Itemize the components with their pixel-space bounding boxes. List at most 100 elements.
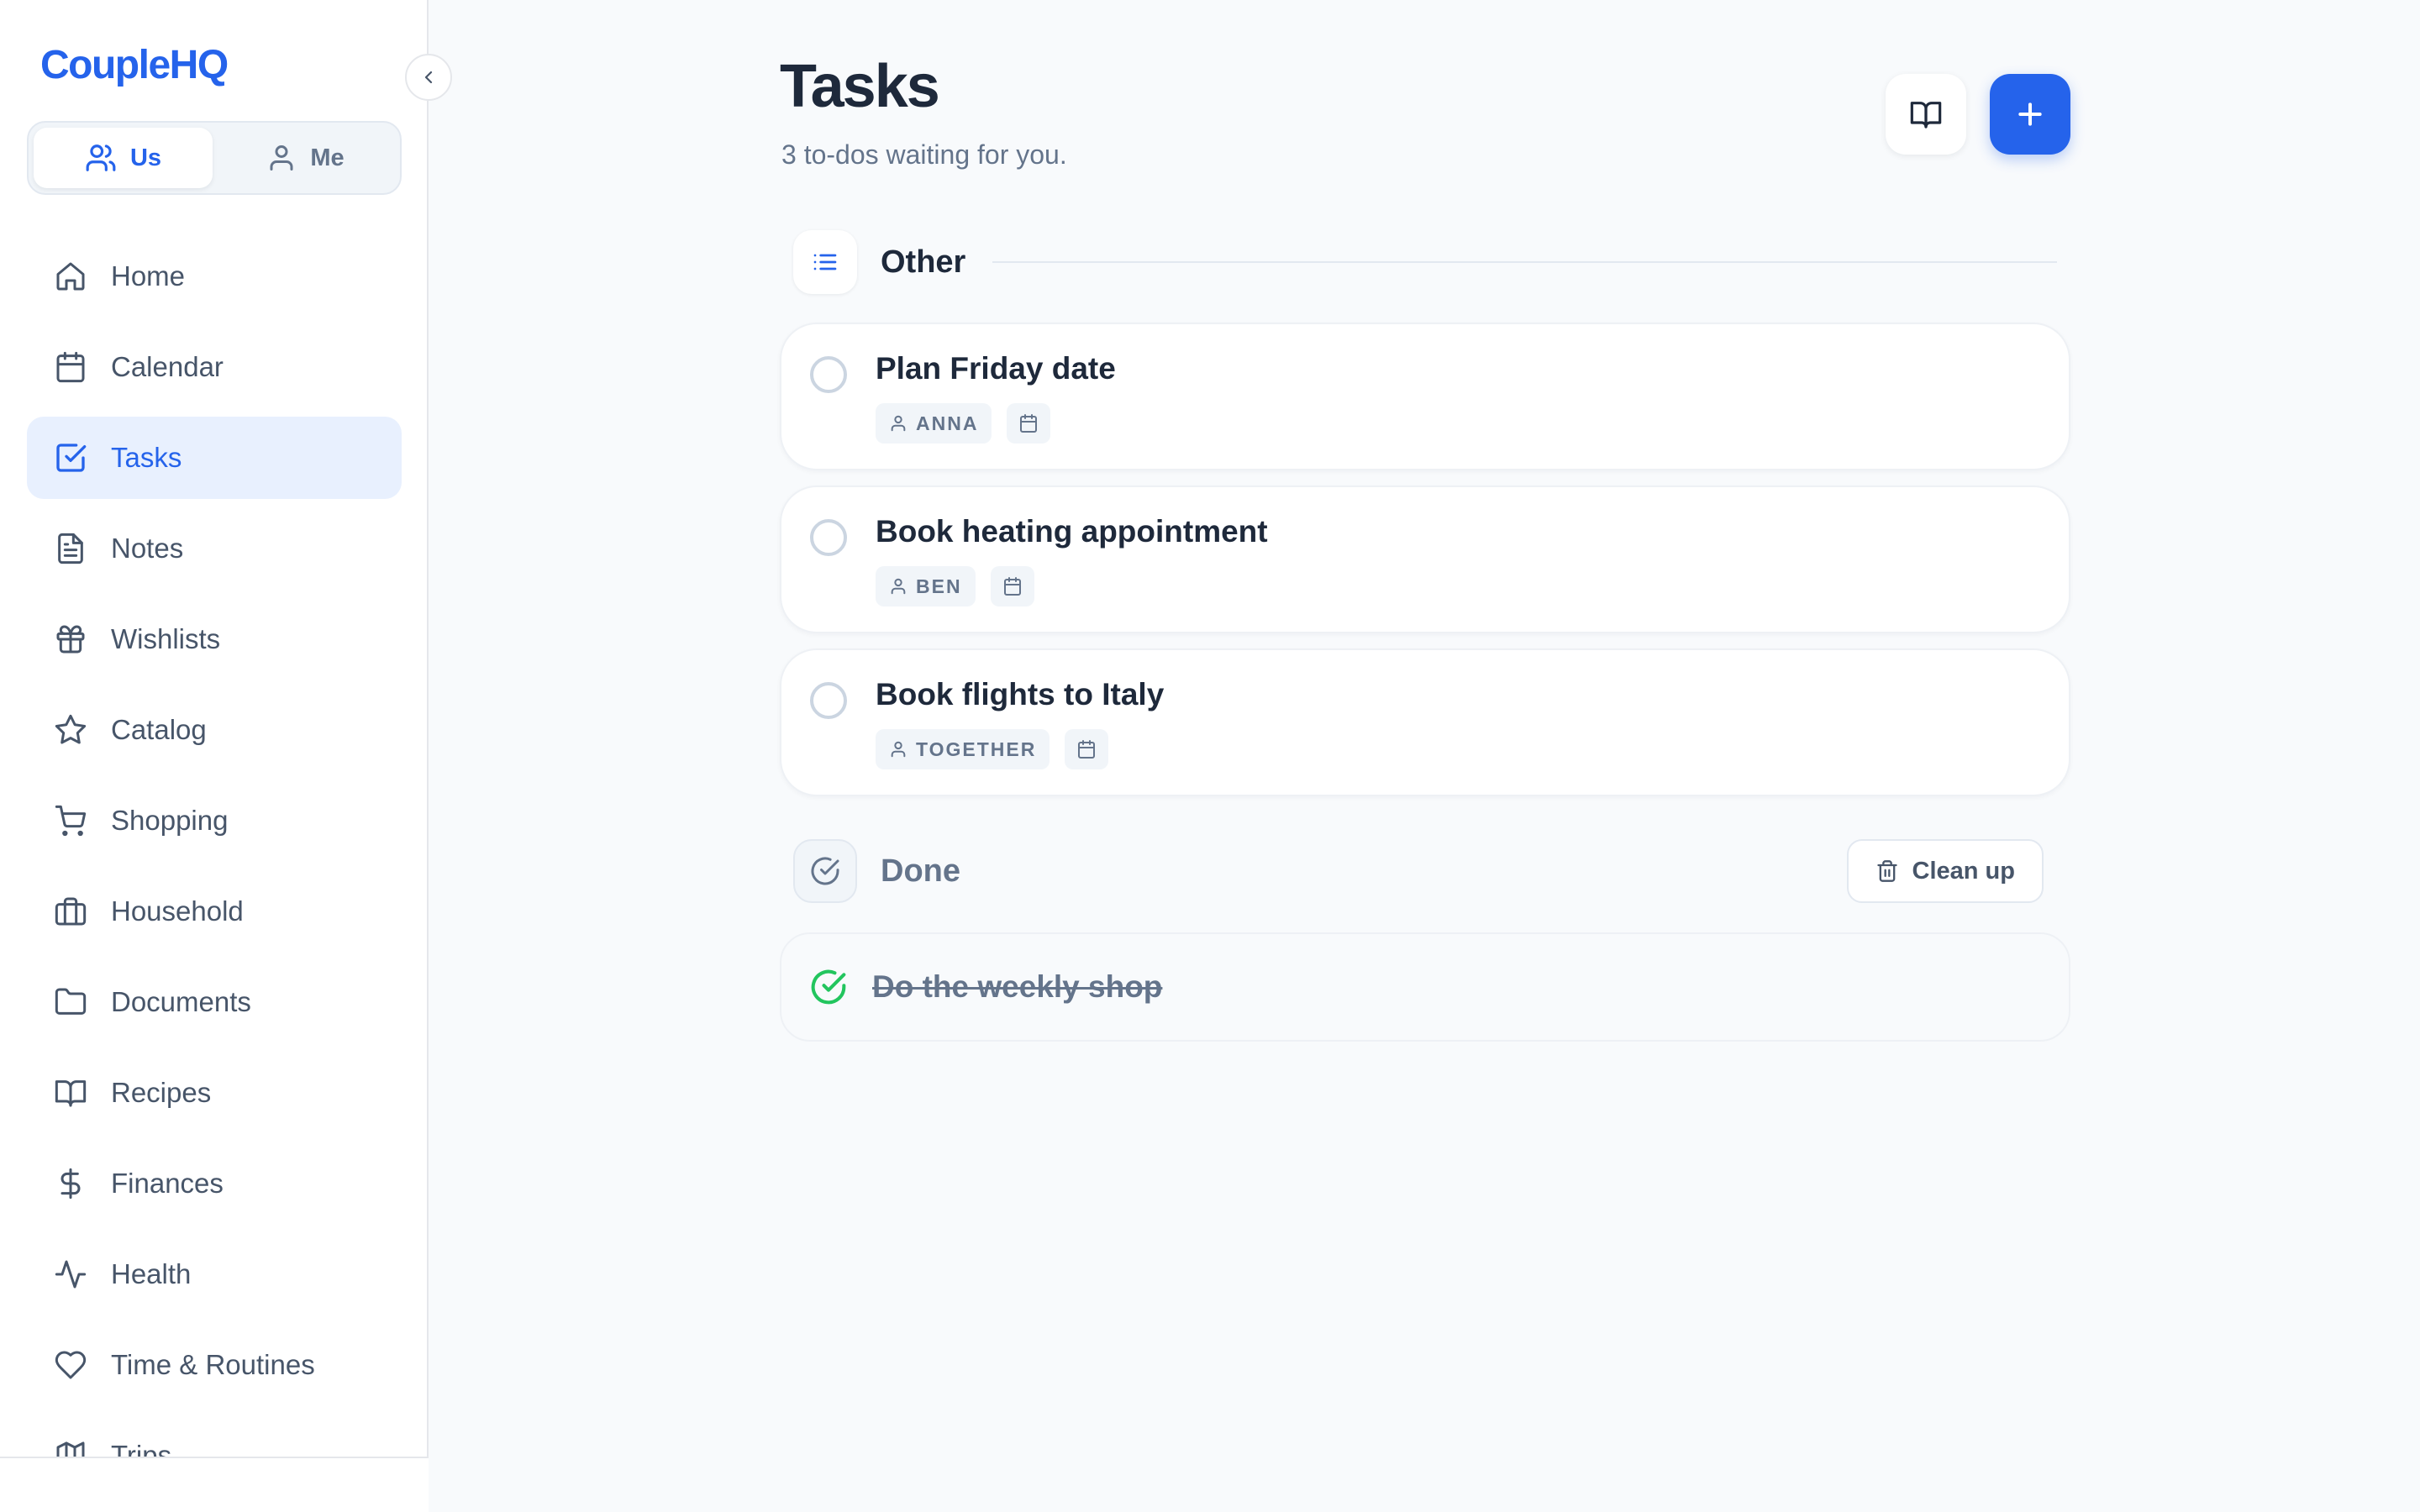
completed-task-title: Do the weekly shop [872, 969, 1163, 1004]
completed-check-icon[interactable] [810, 969, 847, 1005]
sidebar-item-home[interactable]: Home [27, 235, 402, 318]
sidebar-item-label: Shopping [111, 805, 229, 836]
sidebar-item-notes[interactable]: Notes [27, 507, 402, 590]
user-icon [266, 143, 297, 173]
due-date-button[interactable] [990, 566, 1034, 606]
task-meta: BEN [876, 566, 1034, 606]
sidebar-item-label: Tasks [111, 442, 182, 473]
task-card[interactable]: Plan Friday date ANNA [780, 323, 2070, 470]
scope-switch: Us Me [27, 121, 402, 195]
briefcase-icon [54, 895, 87, 928]
sidebar-item-label: Trips [111, 1440, 172, 1457]
calendar-icon [1076, 739, 1097, 759]
sidebar-nav: Home Calendar Tasks Notes Wishlists Cata… [27, 235, 402, 1457]
task-checkbox[interactable] [810, 682, 847, 719]
section-title: Other [881, 244, 966, 280]
sidebar-item-time-routines[interactable]: Time & Routines [27, 1324, 402, 1406]
completed-task-card[interactable]: Do the weekly shop [780, 932, 2070, 1042]
sidebar-item-calendar[interactable]: Calendar [27, 326, 402, 408]
heart-icon [54, 1348, 87, 1382]
sidebar-collapse-button[interactable] [405, 54, 452, 101]
sidebar-item-label: Household [111, 895, 244, 927]
assignee-badge: TOGETHER [876, 729, 1050, 769]
due-date-button[interactable] [1007, 403, 1051, 444]
section-header-other: Other [793, 230, 2057, 294]
section-title: Done [881, 853, 960, 889]
task-card[interactable]: Book heating appointment BEN [780, 486, 2070, 633]
home-icon [54, 260, 87, 293]
scope-us-label: Us [129, 144, 162, 171]
calendar-icon [1002, 576, 1023, 596]
cart-icon [54, 804, 87, 837]
sidebar-scroll-area: CoupleHQ Us Me Home Calendar Tasks Notes… [0, 0, 429, 1457]
map-icon [54, 1439, 87, 1457]
sidebar-item-household[interactable]: Household [27, 870, 402, 953]
sidebar-item-wishlists[interactable]: Wishlists [27, 598, 402, 680]
task-title: Book heating appointment [876, 514, 1268, 549]
sidebar-item-documents[interactable]: Documents [27, 961, 402, 1043]
sidebar-footer [0, 1457, 429, 1512]
list-icon [793, 230, 857, 294]
dollar-icon [54, 1167, 87, 1200]
assignee-badge: ANNA [876, 403, 992, 444]
user-icon [889, 577, 908, 596]
sidebar-item-shopping[interactable]: Shopping [27, 780, 402, 862]
sidebar-item-label: Time & Routines [111, 1349, 315, 1380]
user-icon [889, 414, 908, 433]
page-title: Tasks [780, 53, 940, 120]
sidebar-item-health[interactable]: Health [27, 1233, 402, 1315]
trash-icon [1876, 859, 1899, 883]
sidebar-item-label: Recipes [111, 1077, 212, 1108]
sidebar-item-label: Finances [111, 1168, 224, 1199]
sidebar-item-finances[interactable]: Finances [27, 1142, 402, 1225]
folder-icon [54, 985, 87, 1019]
scope-us-button[interactable]: Us [34, 128, 213, 188]
scope-me-button[interactable]: Me [216, 128, 395, 188]
check-circle-icon [793, 839, 857, 903]
sidebar-item-label: Wishlists [111, 623, 221, 654]
sidebar-item-label: Home [111, 260, 186, 291]
task-checkbox[interactable] [810, 519, 847, 556]
chevron-left-icon [418, 67, 439, 87]
assignee-label: TOGETHER [916, 738, 1037, 760]
users-icon [85, 142, 117, 174]
page-subtitle: 3 to-dos waiting for you. [781, 139, 1067, 170]
book-open-icon [1909, 97, 1943, 131]
sidebar: CoupleHQ Us Me Home Calendar Tasks Notes… [0, 0, 429, 1512]
sidebar-item-recipes[interactable]: Recipes [27, 1052, 402, 1134]
sidebar-item-catalog[interactable]: Catalog [27, 689, 402, 771]
calendar-icon [54, 350, 87, 384]
sidebar-item-tasks[interactable]: Tasks [27, 417, 402, 499]
due-date-button[interactable] [1065, 729, 1109, 769]
assignee-badge: BEN [876, 566, 976, 606]
section-divider [992, 261, 2057, 263]
sidebar-item-label: Health [111, 1258, 192, 1289]
sidebar-item-label: Calendar [111, 351, 224, 382]
book-open-icon [54, 1076, 87, 1110]
app-logo[interactable]: CoupleHQ [40, 42, 229, 88]
task-title: Book flights to Italy [876, 677, 1165, 711]
task-meta: TOGETHER [876, 729, 1109, 769]
assignee-label: ANNA [916, 412, 979, 434]
sidebar-item-trips[interactable]: Trips [27, 1415, 402, 1457]
assignee-label: BEN [916, 575, 962, 597]
sidebar-item-label: Catalog [111, 714, 207, 745]
clean-up-label: Clean up [1912, 857, 2015, 885]
add-task-button[interactable] [1990, 74, 2070, 155]
sidebar-item-label: Notes [111, 533, 184, 564]
calendar-icon [1018, 413, 1039, 433]
clean-up-button[interactable]: Clean up [1846, 839, 2044, 903]
task-title: Plan Friday date [876, 351, 1116, 386]
task-card[interactable]: Book flights to Italy TOGETHER [780, 648, 2070, 796]
gift-icon [54, 622, 87, 656]
task-meta: ANNA [876, 403, 1051, 444]
activity-icon [54, 1257, 87, 1291]
star-icon [54, 713, 87, 747]
plus-icon [2013, 97, 2047, 131]
check-square-icon [54, 441, 87, 475]
user-icon [889, 740, 908, 759]
scope-me-label: Me [310, 144, 345, 171]
task-checkbox[interactable] [810, 356, 847, 393]
file-text-icon [54, 532, 87, 565]
guide-button[interactable] [1886, 74, 1966, 155]
